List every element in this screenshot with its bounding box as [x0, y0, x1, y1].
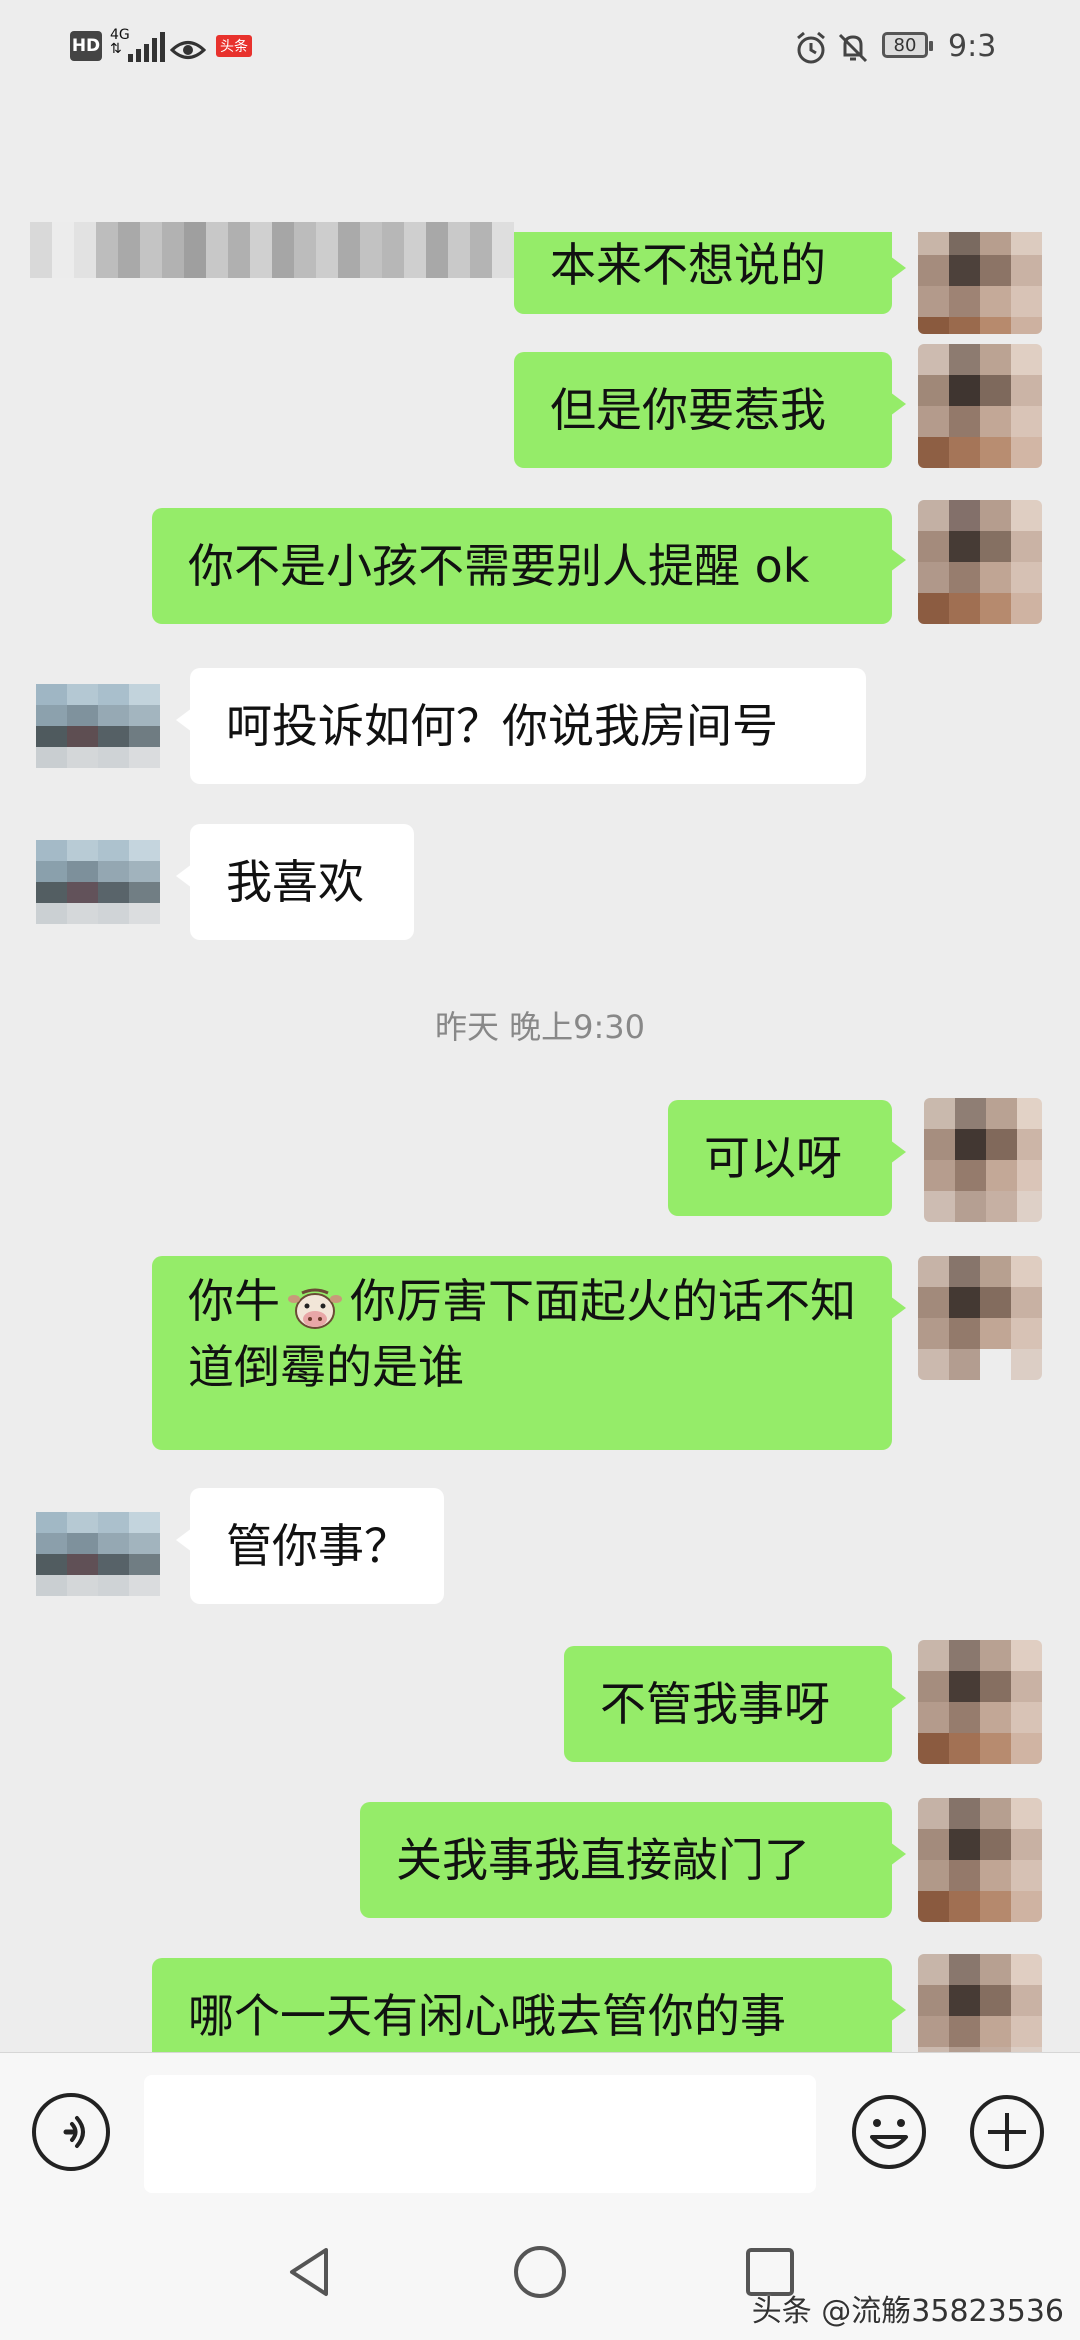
- timestamp: 昨天 晚上9:30: [434, 1008, 646, 1046]
- eye-icon: [170, 30, 206, 70]
- my-avatar[interactable]: [924, 1098, 1042, 1222]
- message-outgoing[interactable]: 你牛 你厉害下面起火的话不知道倒霉的是谁: [152, 1256, 906, 1450]
- message-outgoing[interactable]: 你不是小孩不需要别人提醒 ok: [152, 508, 906, 624]
- network-indicator: 4G ⇅: [110, 28, 130, 68]
- battery-indicator: 80: [882, 32, 933, 58]
- clock: 9:3: [948, 28, 997, 64]
- message-text: 不管我事呀: [600, 1677, 830, 1731]
- message-text: 我喜欢: [226, 855, 364, 909]
- mute-icon: [836, 28, 870, 68]
- my-avatar[interactable]: [918, 232, 1042, 334]
- message-text: 但是你要惹我: [550, 383, 826, 437]
- message-text: 你牛: [188, 1274, 280, 1328]
- cow-emoji-icon: [288, 1282, 342, 1329]
- network-type: 4G: [110, 27, 130, 43]
- alarm-icon: [794, 28, 828, 68]
- voice-icon[interactable]: [32, 2093, 110, 2171]
- signal-icon: [128, 30, 165, 62]
- contact-avatar[interactable]: [36, 684, 160, 768]
- message-text: 哪个一天有闲心哦去管你的事: [188, 1989, 786, 2043]
- message-outgoing[interactable]: 哪个一天有闲心哦去管你的事: [152, 1958, 906, 2052]
- hd-badge: HD: [70, 31, 102, 61]
- message-text: 本来不想说的: [550, 238, 826, 292]
- message-text: 呵投诉如何？你说我房间号: [226, 699, 778, 753]
- input-bar: [0, 2052, 1080, 2203]
- message-text: 关我事我直接敲门了: [396, 1833, 810, 1887]
- contact-avatar[interactable]: [36, 1512, 160, 1596]
- message-outgoing[interactable]: 不管我事呀: [564, 1646, 906, 1762]
- chat-messages: 本来不想说的 但是你要惹我 你不是小孩不需要别人提醒 ok 呵投诉如何？你说我房…: [0, 232, 1080, 2052]
- watermark: 头条 @流觞35823536: [751, 2294, 1064, 2329]
- message-text: 你不是小孩不需要别人提醒 ok: [188, 539, 810, 593]
- back-icon[interactable]: [280, 2242, 340, 2302]
- message-outgoing[interactable]: 本来不想说的: [514, 232, 906, 314]
- my-avatar[interactable]: [918, 1256, 1042, 1380]
- my-avatar[interactable]: [918, 1798, 1042, 1922]
- emoji-icon[interactable]: [850, 2093, 928, 2171]
- message-outgoing[interactable]: 但是你要惹我: [514, 352, 906, 468]
- system-nav-bar: 头条 @流觞35823536: [0, 2202, 1080, 2340]
- status-bar: HD 4G ⇅ 头条 80 9:3: [0, 0, 1080, 92]
- home-icon[interactable]: [510, 2242, 570, 2302]
- plus-icon[interactable]: [968, 2093, 1046, 2171]
- message-outgoing[interactable]: 可以呀: [668, 1100, 906, 1216]
- message-incoming[interactable]: 我喜欢: [176, 824, 414, 940]
- network-activity-icon: ⇅: [110, 41, 122, 57]
- my-avatar[interactable]: [918, 344, 1042, 468]
- my-avatar[interactable]: [918, 500, 1042, 624]
- message-input[interactable]: [144, 2075, 816, 2193]
- chat-header: [0, 92, 1080, 278]
- message-incoming[interactable]: 呵投诉如何？你说我房间号: [176, 668, 866, 784]
- message-text: 可以呀: [704, 1131, 842, 1185]
- message-outgoing[interactable]: 关我事我直接敲门了: [360, 1802, 906, 1918]
- contact-avatar[interactable]: [36, 840, 160, 924]
- my-avatar[interactable]: [918, 1640, 1042, 1764]
- message-text: 管你事？: [226, 1519, 410, 1573]
- my-avatar[interactable]: [918, 1954, 1042, 2052]
- message-incoming[interactable]: 管你事？: [176, 1488, 444, 1604]
- toutiao-badge: 头条: [216, 35, 252, 57]
